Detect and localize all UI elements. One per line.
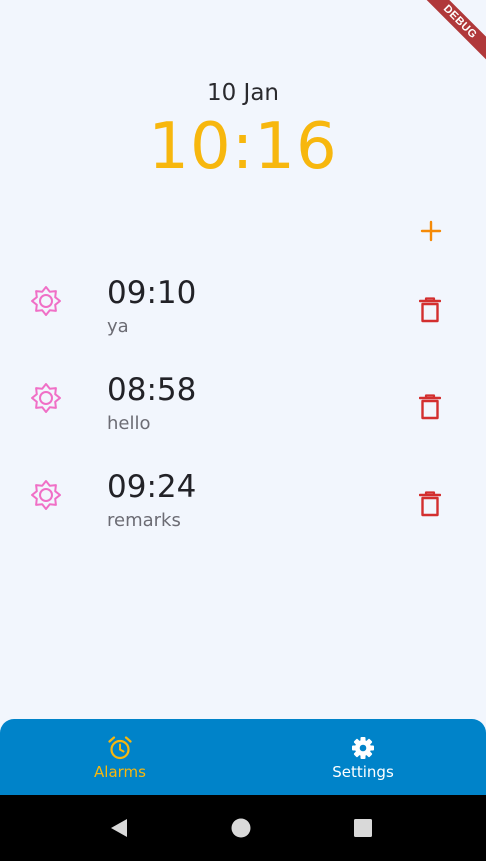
sun-icon xyxy=(31,383,61,413)
alarm-item[interactable]: 09:24 remarks xyxy=(0,464,486,561)
system-home-button[interactable] xyxy=(226,813,256,843)
nav-item-alarms[interactable]: Alarms xyxy=(60,735,180,781)
nav-item-settings[interactable]: Settings xyxy=(303,735,423,781)
alarm-time: 09:24 xyxy=(107,469,197,505)
alarm-time: 09:10 xyxy=(107,275,197,311)
alarm-remark: hello xyxy=(107,413,151,434)
delete-alarm-button[interactable] xyxy=(415,392,445,422)
system-recents-button[interactable] xyxy=(348,813,378,843)
delete-alarm-button[interactable] xyxy=(415,295,445,325)
debug-banner: DEBUG xyxy=(396,0,486,90)
home-icon xyxy=(231,818,251,838)
alarm-time: 08:58 xyxy=(107,372,197,408)
alarm-item[interactable]: 08:58 hello xyxy=(0,367,486,464)
gear-icon xyxy=(352,737,374,759)
back-icon xyxy=(111,819,127,837)
delete-alarm-button[interactable] xyxy=(415,489,445,519)
sun-icon xyxy=(31,286,61,316)
recents-icon xyxy=(354,819,372,837)
current-date: 10 Jan xyxy=(206,80,280,106)
plus-icon xyxy=(420,220,442,242)
add-alarm-button[interactable] xyxy=(414,214,448,248)
alarm-item[interactable]: 09:10 ya xyxy=(0,270,486,367)
nav-label-settings: Settings xyxy=(332,763,394,781)
trash-icon xyxy=(419,394,441,420)
bottom-navigation: Alarms Settings xyxy=(0,719,486,795)
debug-banner-label: DEBUG xyxy=(411,0,486,71)
alarm-list: 09:10 ya 08:58 hello 09:24 remarks xyxy=(0,270,486,561)
system-navigation-bar xyxy=(0,795,486,861)
sun-icon xyxy=(31,480,61,510)
trash-icon xyxy=(419,297,441,323)
alarm-remark: ya xyxy=(107,316,129,337)
alarm-remark: remarks xyxy=(107,510,181,531)
system-back-button[interactable] xyxy=(104,813,134,843)
trash-icon xyxy=(419,491,441,517)
nav-label-alarms: Alarms xyxy=(94,763,146,781)
alarm-clock-icon xyxy=(108,736,132,760)
current-time: 10:16 xyxy=(148,110,338,184)
